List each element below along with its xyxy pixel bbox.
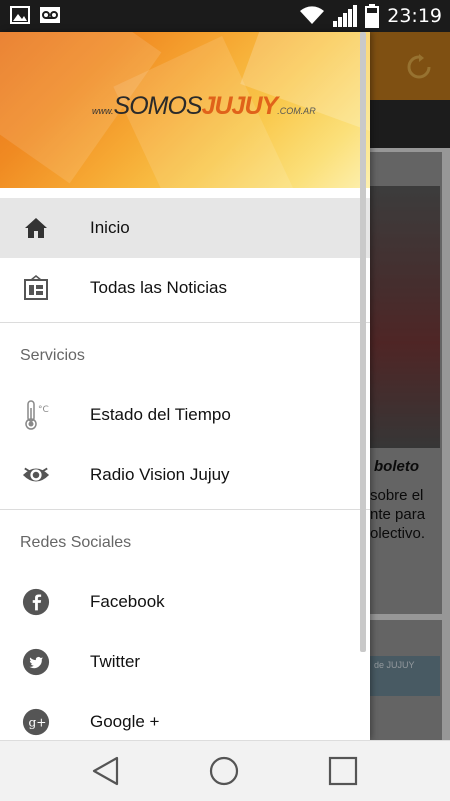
menu-item-google-plus[interactable]: g+ Google + <box>0 692 370 740</box>
system-nav-bar <box>0 740 450 801</box>
facebook-icon <box>22 588 50 616</box>
menu-item-inicio[interactable]: Inicio <box>0 198 370 258</box>
svg-text:g+: g+ <box>29 716 47 730</box>
menu-item-estado-tiempo[interactable]: °C Estado del Tiempo <box>0 385 370 445</box>
menu-label: Radio Vision Jujuy <box>90 465 230 484</box>
eye-icon <box>22 461 50 489</box>
divider <box>0 322 370 323</box>
site-logo: www.SOMOSJUJUY.COM.AR <box>92 92 316 121</box>
menu-label: Inicio <box>90 218 130 237</box>
voicemail-notification-icon <box>40 7 60 23</box>
google-plus-icon: g+ <box>22 708 50 736</box>
home-nav-icon[interactable] <box>208 755 240 787</box>
logo-somos: SOMOS <box>113 92 203 120</box>
menu-item-todas-noticias[interactable]: Todas las Noticias <box>0 258 370 318</box>
logo-www: www. <box>92 106 114 116</box>
wifi-icon <box>300 6 325 25</box>
section-header-servicios: Servicios <box>0 327 370 385</box>
menu-item-twitter[interactable]: Twitter <box>0 632 370 692</box>
clock: 23:19 <box>387 5 442 27</box>
logo-com: .COM.AR <box>277 106 316 116</box>
status-bar: 23:19 <box>0 0 450 32</box>
news-icon <box>22 274 50 302</box>
logo-jujuy: JUJUY <box>201 92 279 120</box>
drawer-menu: Inicio Todas las Noticias Servicios °C E… <box>0 198 370 740</box>
menu-label: Twitter <box>90 652 141 671</box>
twitter-icon <box>22 648 50 676</box>
menu-label: Todas las Noticias <box>90 278 228 297</box>
drawer-scrollbar[interactable] <box>360 32 366 652</box>
home-icon <box>22 214 50 242</box>
menu-item-facebook[interactable]: Facebook <box>0 572 370 632</box>
menu-label: Facebook <box>90 592 165 611</box>
battery-icon <box>365 4 380 28</box>
back-icon[interactable] <box>90 755 122 787</box>
drawer-header: www.SOMOSJUJUY.COM.AR <box>0 32 370 188</box>
menu-label: Google + <box>90 712 160 731</box>
section-label: Servicios <box>20 347 85 364</box>
section-header-redes: Redes Sociales <box>0 514 370 572</box>
svg-text:°C: °C <box>38 405 49 415</box>
menu-item-radio-vision[interactable]: Radio Vision Jujuy <box>0 445 370 505</box>
divider <box>0 509 370 510</box>
gallery-notification-icon <box>10 6 30 24</box>
recent-apps-icon[interactable] <box>327 755 359 787</box>
section-label: Redes Sociales <box>20 534 132 551</box>
navigation-drawer: www.SOMOSJUJUY.COM.AR Inicio Todas las N… <box>0 32 370 740</box>
menu-label: Estado del Tiempo <box>90 405 231 424</box>
thermometer-icon: °C <box>22 400 50 430</box>
signal-icon <box>333 5 358 27</box>
